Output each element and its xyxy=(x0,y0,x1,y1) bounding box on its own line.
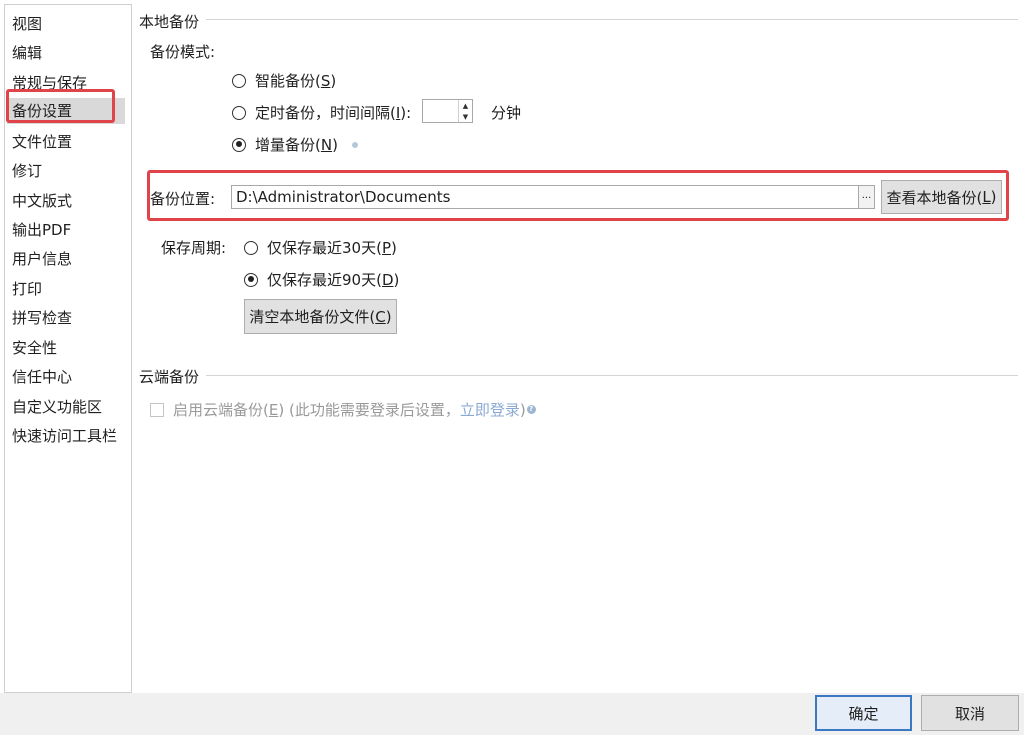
local-backup-divider xyxy=(206,19,1018,20)
view-local-backup-button[interactable]: 查看本地备份(L) xyxy=(881,180,1002,214)
radio-keep-90-days[interactable]: 仅保存最近90天(D) xyxy=(244,269,399,290)
radio-incremental-backup[interactable]: 增量备份(N) xyxy=(232,134,358,155)
dialog-footer: 确定 取消 xyxy=(0,693,1024,735)
stepper-down-icon[interactable]: ▼ xyxy=(459,111,472,122)
backup-mode-label: 备份模式: xyxy=(150,43,216,61)
sidebar-item-trust-center[interactable]: 信任中心 xyxy=(12,364,72,390)
sidebar-item-revision[interactable]: 修订 xyxy=(12,158,42,184)
sidebar-item-print[interactable]: 打印 xyxy=(12,276,42,302)
sidebar-item-file-location[interactable]: 文件位置 xyxy=(12,129,72,155)
backup-location-input[interactable]: D:\Administrator\Documents xyxy=(231,185,859,209)
sidebar-item-backup-settings[interactable]: 备份设置 xyxy=(7,98,125,124)
sidebar-item-customize-ribbon[interactable]: 自定义功能区 xyxy=(12,394,102,420)
radio-circle-checked[interactable] xyxy=(244,272,258,287)
cloud-backup-title: 云端备份 xyxy=(139,368,200,386)
login-link[interactable]: 立即登录 xyxy=(460,399,520,420)
sidebar-item-user-info[interactable]: 用户信息 xyxy=(12,246,72,272)
sidebar-item-view[interactable]: 视图 xyxy=(12,11,42,37)
sidebar-item-general-save[interactable]: 常规与保存 xyxy=(12,70,87,96)
info-icon[interactable] xyxy=(351,141,358,148)
clear-local-backup-button[interactable]: 清空本地备份文件(C) xyxy=(244,299,397,334)
retention-period-label: 保存周期: xyxy=(161,239,227,257)
options-sidebar: 视图 编辑 常规与保存 备份设置 文件位置 修订 中文版式 输出PDF 用户信息… xyxy=(4,4,132,693)
radio-timed-backup[interactable]: 定时备份，时间间隔(I): xyxy=(232,102,411,123)
backup-location-label: 备份位置: xyxy=(150,190,216,208)
radio-keep-30-days[interactable]: 仅保存最近30天(P) xyxy=(244,237,397,258)
interval-stepper[interactable]: ▲ ▼ xyxy=(422,99,473,123)
ok-button[interactable]: 确定 xyxy=(815,695,912,731)
sidebar-item-export-pdf[interactable]: 输出PDF xyxy=(12,217,71,243)
enable-cloud-backup-checkbox[interactable]: 启用云端备份(E) (此功能需要登录后设置， 立即登录)? xyxy=(150,399,536,420)
sidebar-item-security[interactable]: 安全性 xyxy=(12,335,57,361)
checkbox-box[interactable] xyxy=(150,402,164,417)
local-backup-title: 本地备份 xyxy=(139,13,200,31)
sidebar-item-edit[interactable]: 编辑 xyxy=(12,40,42,66)
radio-circle-checked[interactable] xyxy=(232,137,246,152)
help-icon[interactable]: ? xyxy=(526,405,536,414)
sidebar-item-chinese-layout[interactable]: 中文版式 xyxy=(12,188,72,214)
backup-settings-panel: 本地备份 备份模式: 智能备份(S) 定时备份，时间间隔(I): ▲ ▼ 分钟 … xyxy=(134,0,1024,693)
radio-circle[interactable] xyxy=(232,73,246,88)
radio-smart-backup[interactable]: 智能备份(S) xyxy=(232,70,336,91)
stepper-up-icon[interactable]: ▲ xyxy=(459,100,472,111)
sidebar-item-spell-check[interactable]: 拼写检查 xyxy=(12,305,72,331)
cloud-backup-divider xyxy=(206,375,1018,376)
cancel-button[interactable]: 取消 xyxy=(921,695,1019,731)
browse-button[interactable]: ... xyxy=(858,185,875,209)
stepper-buttons: ▲ ▼ xyxy=(458,100,472,122)
radio-circle[interactable] xyxy=(232,105,246,120)
radio-circle[interactable] xyxy=(244,240,258,255)
sidebar-item-quick-access-toolbar[interactable]: 快速访问工具栏 xyxy=(12,423,117,449)
interval-unit-label: 分钟 xyxy=(491,104,522,122)
